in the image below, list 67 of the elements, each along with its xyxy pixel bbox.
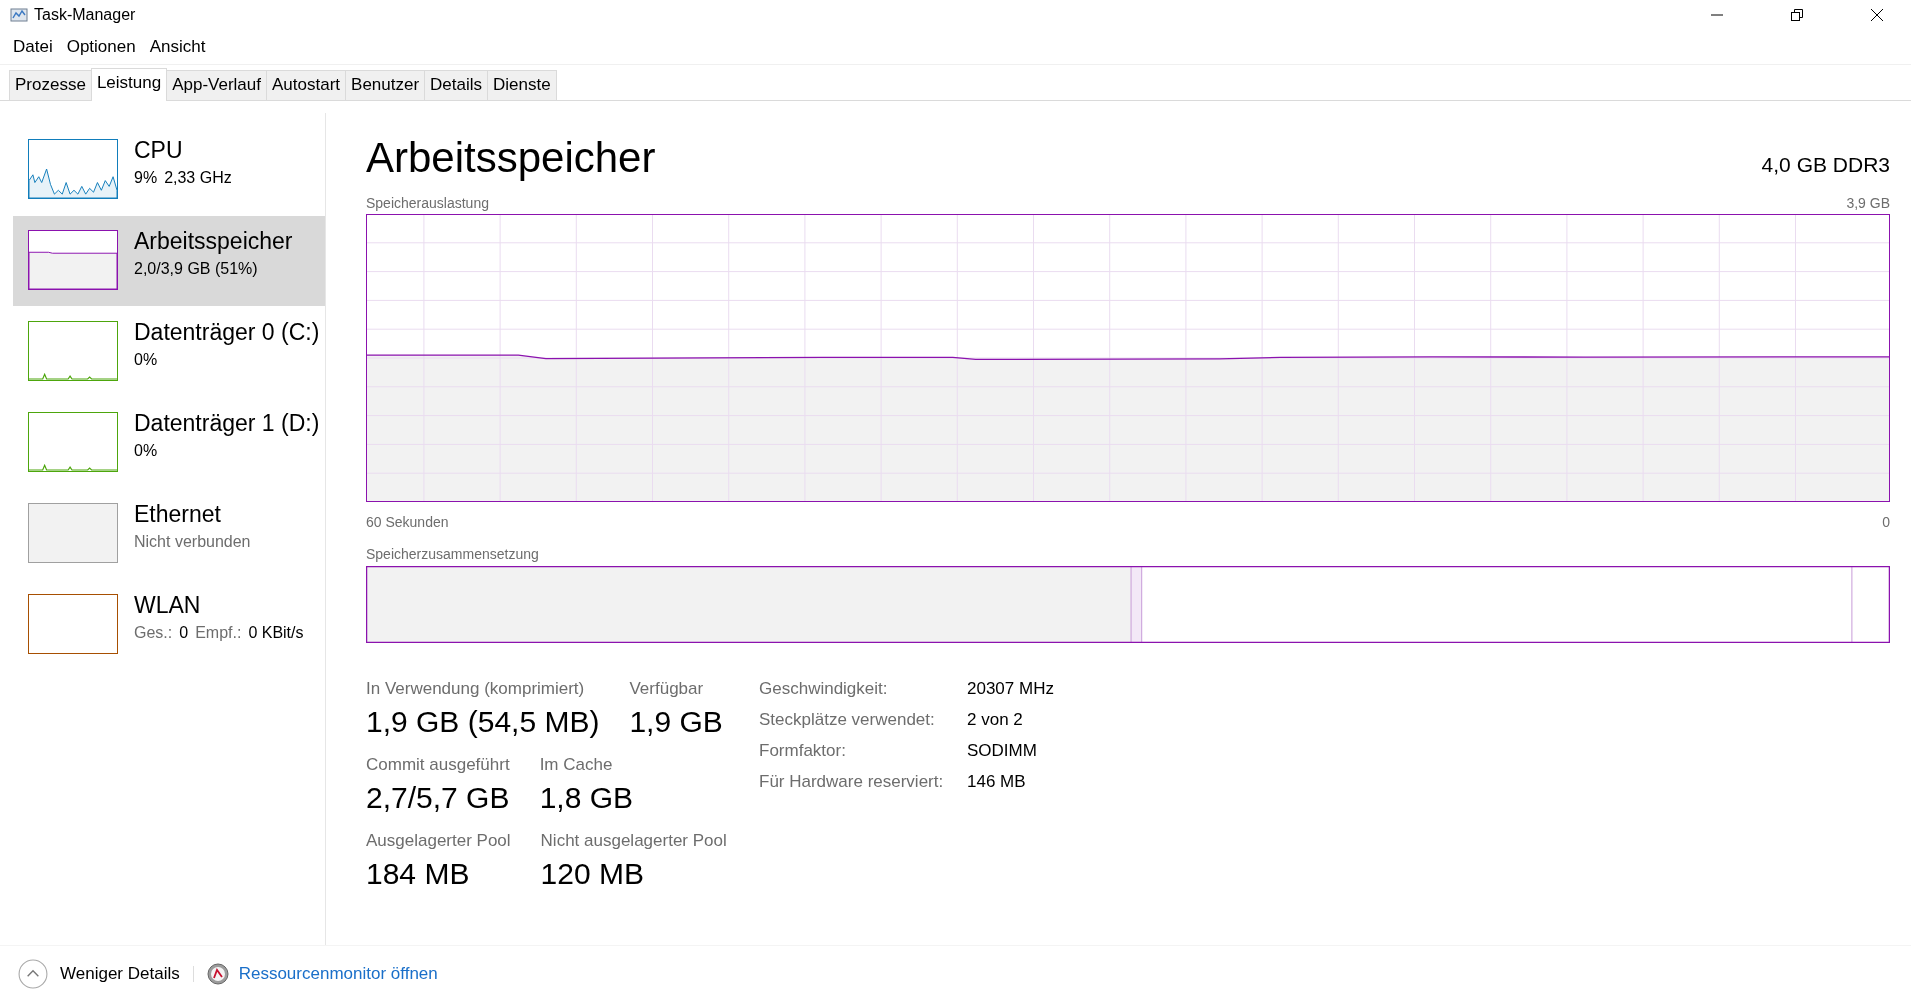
page-heading: Arbeitsspeicher xyxy=(366,133,656,183)
stat-value: 1,8 GB xyxy=(539,781,633,815)
app-icon xyxy=(10,7,28,23)
memory-spec: 4,0 GB DDR3 xyxy=(1761,153,1890,177)
chart-max-label: 3,9 GB xyxy=(1846,195,1890,211)
stat-value: 1,9 GB xyxy=(629,705,723,739)
resource-detail: 9% xyxy=(134,169,158,187)
stat-label: Im Cache xyxy=(539,755,614,775)
menu-item[interactable]: Datei xyxy=(13,37,53,57)
resource-detail: 0 KBit/s xyxy=(248,624,304,642)
resource-item[interactable]: Ethernet Nicht verbunden xyxy=(13,489,325,579)
chart-label: Speicherauslastung xyxy=(366,195,489,211)
tab[interactable]: App-Verlauf xyxy=(166,70,267,100)
tab[interactable]: Benutzer xyxy=(345,70,426,100)
resource-detail: Ges.: xyxy=(134,624,173,642)
close-icon[interactable] xyxy=(1870,8,1884,22)
detail-value: 146 MB xyxy=(967,772,1027,792)
resource-detail: 0% xyxy=(134,442,158,460)
stat-value: 120 MB xyxy=(540,857,645,891)
stat-value: 184 MB xyxy=(366,857,471,891)
resource-monitor-link[interactable]: Ressourcenmonitor öffnen xyxy=(238,964,438,984)
composition-label: Speicherzusammensetzung xyxy=(366,546,540,562)
chevron-up-icon xyxy=(18,959,48,989)
detail-label: Formfaktor: xyxy=(759,741,847,761)
stat-label: Nicht ausgelagerter Pool xyxy=(540,831,727,851)
resource-detail: 0 xyxy=(179,624,189,642)
resource-name: Ethernet xyxy=(134,501,222,528)
detail-value: 20307 MHz xyxy=(967,679,1054,699)
resource-detail: 2,0/3,9 GB (51%) xyxy=(134,260,258,278)
stat-label: Verfügbar xyxy=(629,679,705,699)
resource-name: Datenträger 1 (D:) xyxy=(134,410,320,437)
resource-item[interactable]: Datenträger 0 (C:) 0% xyxy=(13,307,325,397)
resource-item[interactable]: Arbeitsspeicher 2,0/3,9 GB (51%) xyxy=(13,216,325,306)
stat-value: 2,7/5,7 GB xyxy=(366,781,510,815)
gauge-icon xyxy=(206,963,229,985)
tab[interactable]: Autostart xyxy=(266,70,347,100)
resource-detail: 2,33 GHz xyxy=(164,169,232,187)
tab[interactable]: Details xyxy=(424,70,489,100)
fewer-details-button[interactable]: Weniger Details xyxy=(18,959,180,989)
menu-item[interactable]: Optionen xyxy=(66,37,136,57)
resource-item[interactable]: CPU 9% 2,33 GHz xyxy=(13,125,325,215)
resource-detail: Empf.: xyxy=(195,624,242,642)
resource-item[interactable]: WLAN Ges.: 0 Empf.: 0 KBit/s xyxy=(13,580,325,670)
resource-detail: Nicht verbunden xyxy=(134,533,251,551)
detail-label: Für Hardware reserviert: xyxy=(759,772,945,792)
time-end-label: 0 xyxy=(1882,514,1890,530)
detail-label: Geschwindigkeit: xyxy=(759,679,889,699)
stat-label: In Verwendung (komprimiert) xyxy=(366,679,586,699)
tab[interactable]: Leistung xyxy=(90,68,168,101)
stat-label: Commit ausgeführt xyxy=(366,755,510,775)
window-title: Task-Manager xyxy=(34,6,136,24)
tab[interactable]: Prozesse xyxy=(9,70,92,100)
resource-name: Datenträger 0 (C:) xyxy=(134,319,320,346)
tab[interactable]: Dienste xyxy=(487,70,557,100)
resource-name: Arbeitsspeicher xyxy=(134,228,293,255)
resource-name: WLAN xyxy=(134,592,202,619)
restore-icon[interactable] xyxy=(1790,8,1804,22)
time-span-label: 60 Sekunden xyxy=(366,514,449,530)
detail-value: SODIMM xyxy=(967,741,1038,761)
resource-detail: 0% xyxy=(134,351,158,369)
menu-item[interactable]: Ansicht xyxy=(149,37,206,57)
detail-value: 2 von 2 xyxy=(967,710,1024,730)
detail-label: Steckplätze verwendet: xyxy=(759,710,936,730)
resource-item[interactable]: Datenträger 1 (D:) 0% xyxy=(13,398,325,488)
stat-value: 1,9 GB (54,5 MB) xyxy=(366,705,600,739)
resource-name: CPU xyxy=(134,137,184,164)
stat-label: Ausgelagerter Pool xyxy=(366,831,511,851)
